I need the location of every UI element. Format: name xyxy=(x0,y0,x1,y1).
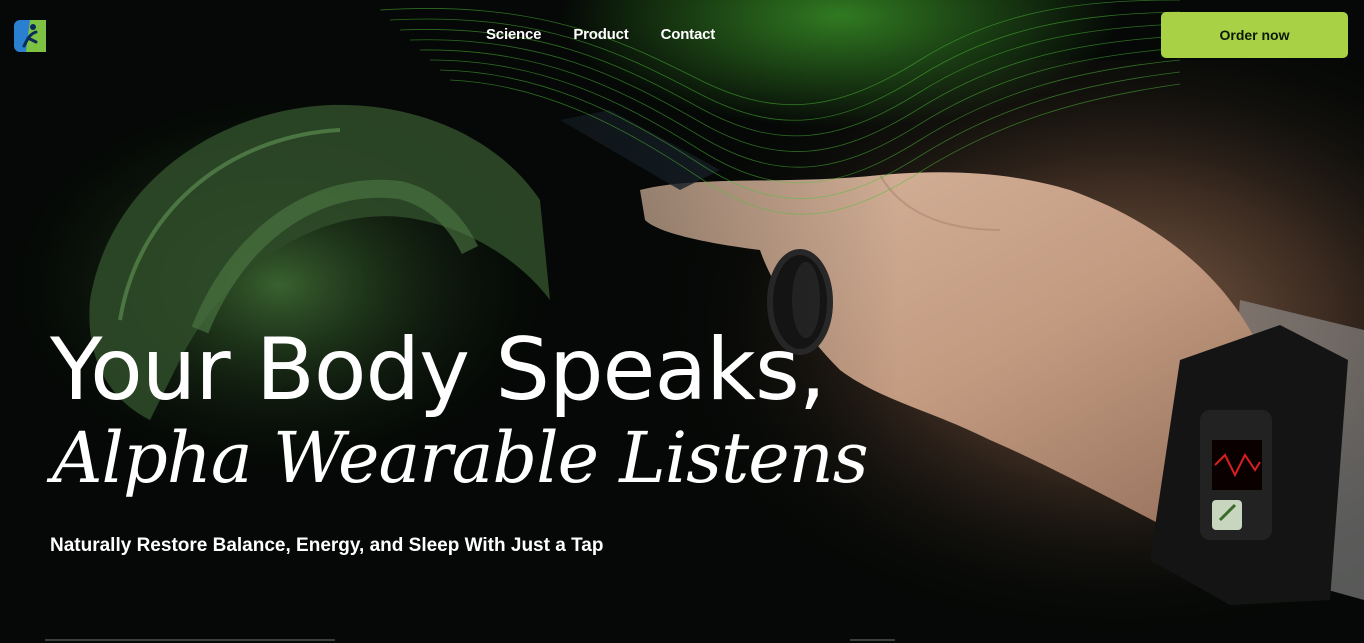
runner-leaf-logo-icon[interactable] xyxy=(14,20,46,52)
hero-headline: Your Body Speaks, xyxy=(50,320,826,420)
hero-section: Science Product Contact Order now Your B… xyxy=(0,0,1364,643)
main-nav: Science Product Contact xyxy=(486,26,715,43)
nav-link-product[interactable]: Product xyxy=(573,26,628,43)
hero-subtitle: Naturally Restore Balance, Energy, and S… xyxy=(50,535,604,556)
order-now-button[interactable]: Order now xyxy=(1161,12,1348,58)
section-divider xyxy=(45,639,335,641)
nav-link-contact[interactable]: Contact xyxy=(661,26,716,43)
nav-link-science[interactable]: Science xyxy=(486,26,542,43)
hero-headline-script: Alpha Wearable Listens xyxy=(52,417,869,499)
section-divider xyxy=(850,639,895,641)
